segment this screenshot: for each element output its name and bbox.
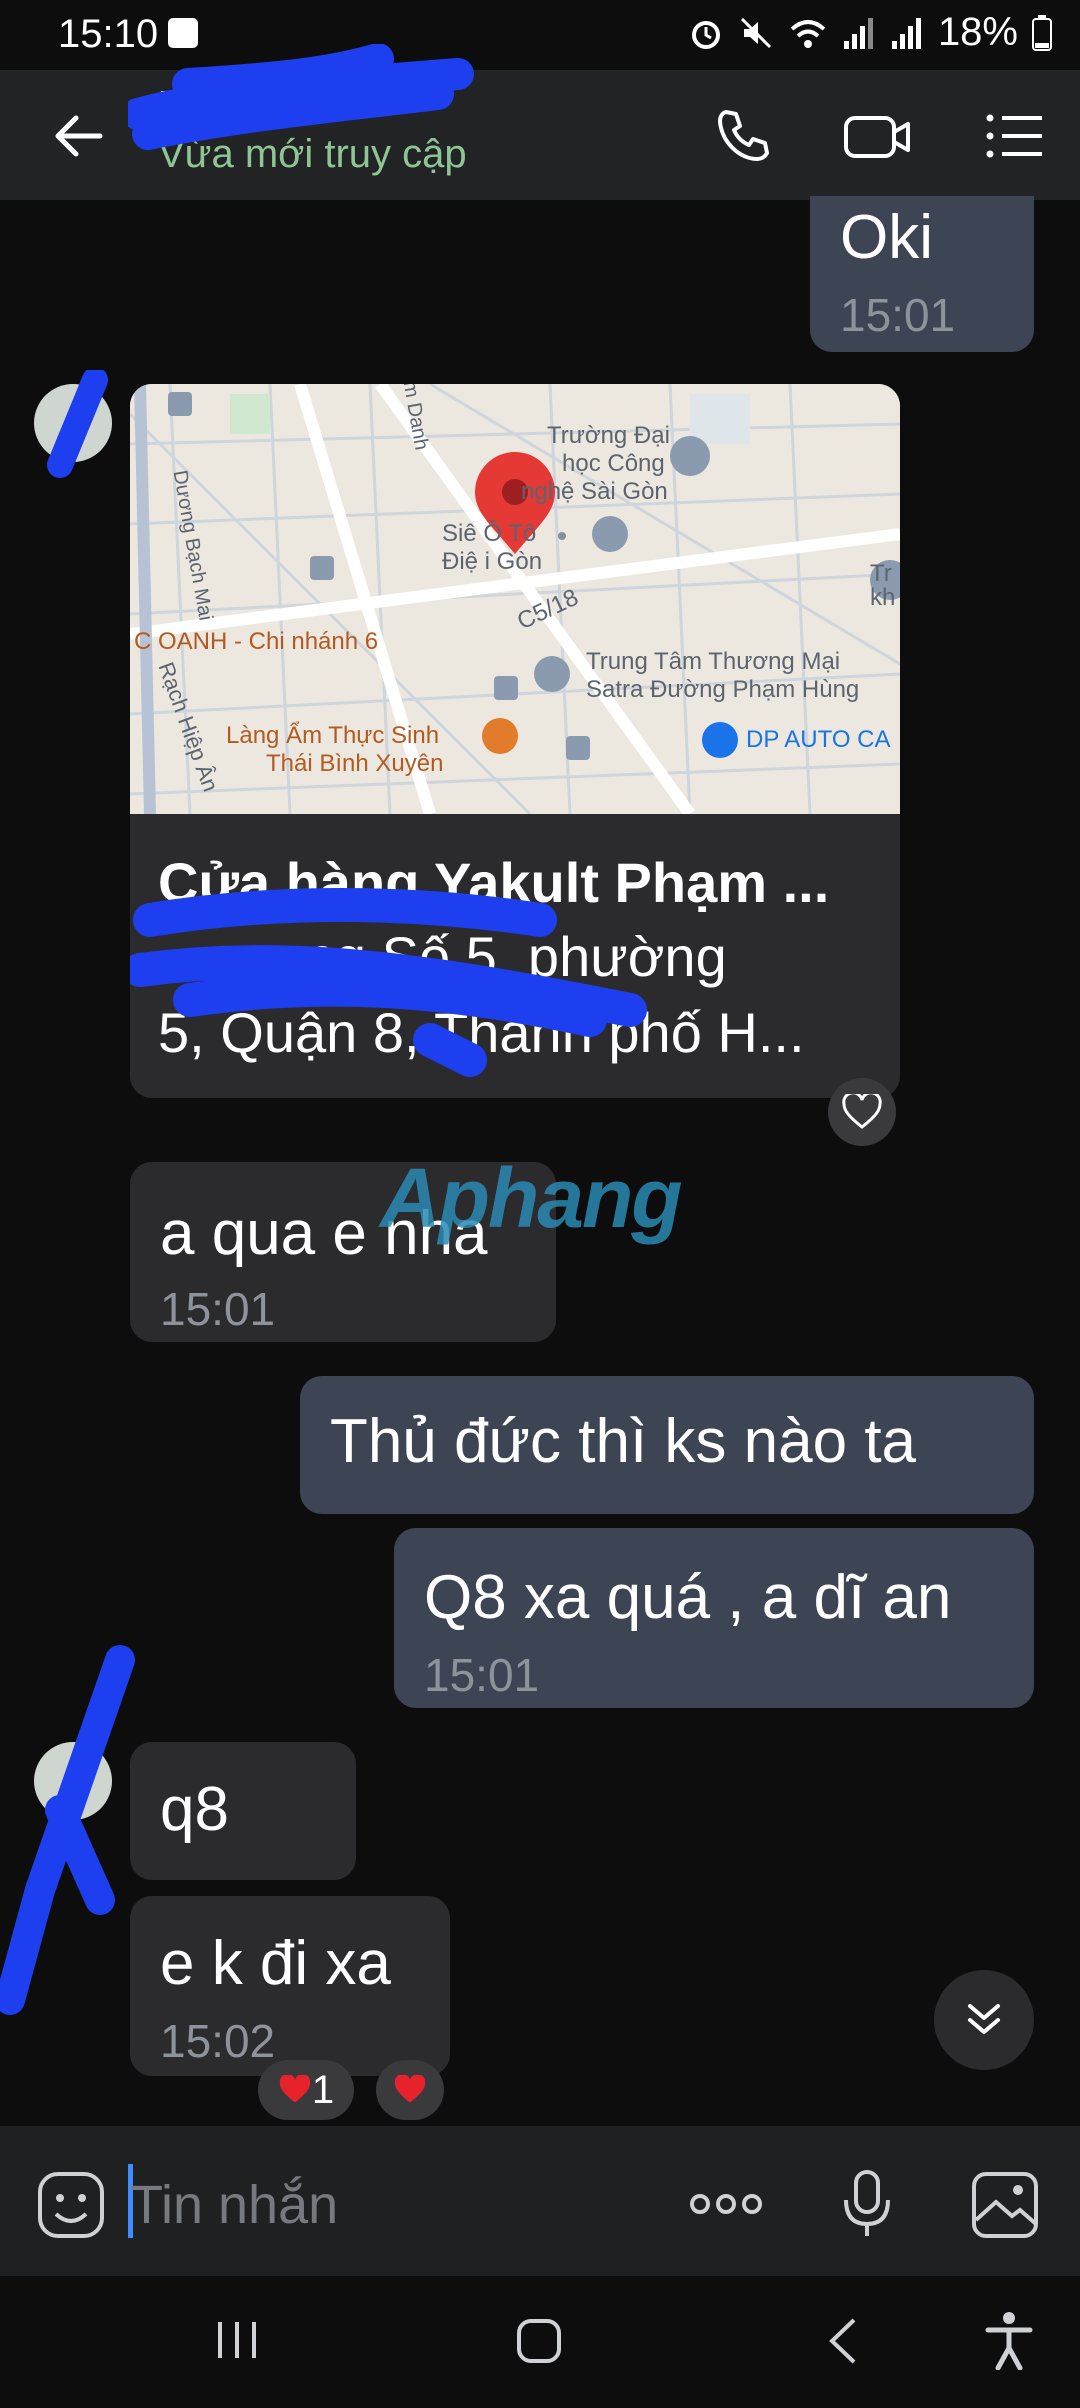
map-label: Siê Ô Tô [442, 520, 537, 547]
map-label: C OANH - Chi nhánh 6 [134, 628, 379, 655]
reaction-badge[interactable]: 1 [258, 2060, 354, 2120]
recent-apps-button[interactable] [212, 2318, 262, 2362]
heart-icon [394, 2075, 426, 2103]
phone-icon [718, 110, 769, 161]
list-menu-icon [986, 114, 1042, 158]
image-picker-button[interactable] [970, 2170, 1040, 2240]
video-call-button[interactable] [842, 104, 910, 168]
message-input[interactable]: Tin nhắn [130, 2174, 338, 2236]
map-label: Satra Đường Phạm Hùng [586, 676, 860, 703]
more-options-button[interactable] [688, 2186, 764, 2222]
map-preview[interactable]: Trường Đại học Công nghệ Sài Gòn Siê Ô T… [130, 384, 900, 814]
map-label: DP AUTO CA [746, 726, 891, 753]
message-time: 15:01 [424, 1649, 540, 1701]
map-label: Trường Đại [547, 422, 670, 449]
message-text: e k đi xa [160, 1929, 391, 1998]
map-label: Làng Ẩm Thực Sinh [226, 722, 440, 749]
more-dots-icon [690, 2194, 762, 2214]
react-button[interactable] [828, 1078, 896, 1146]
signal-icon-2 [891, 17, 921, 49]
map-label: Thái Bình Xuyên [266, 750, 444, 777]
microphone-icon [844, 2170, 890, 2236]
heart-outline-icon [842, 1094, 882, 1129]
message-bubble-sent[interactable]: Thủ đức thì ks nào ta [300, 1376, 1034, 1514]
message-bubble-sent[interactable]: Oki 15:01 [810, 196, 1034, 352]
react-button[interactable] [376, 2060, 444, 2120]
map-label: Điệ i Gòn [442, 548, 543, 575]
map-label: kh [870, 584, 896, 611]
message-text: Thủ đức thì ks nào ta [330, 1407, 917, 1476]
battery-icon [1032, 14, 1052, 51]
home-icon [517, 2319, 561, 2363]
image-gallery-icon [972, 2172, 1038, 2238]
map-label: Trung Tâm Thương Mại [586, 648, 841, 675]
reaction-count: 1 [311, 2067, 335, 2112]
message-text: Q8 xa quá , a dĩ an [424, 1563, 952, 1632]
accessibility-icon [985, 2312, 1033, 2370]
video-camera-icon [844, 116, 910, 158]
call-button[interactable] [712, 104, 776, 168]
map-label: nghệ Sài Gòn [521, 478, 668, 505]
message-text: Oki [840, 203, 933, 272]
chevron-left-icon [829, 2318, 856, 2364]
voice-record-button[interactable] [842, 2168, 892, 2240]
status-indicators: 18% [688, 10, 1052, 55]
battery-percent: 18% [937, 10, 1018, 54]
message-time: 15:02 [160, 2015, 276, 2067]
scroll-to-bottom-button[interactable] [934, 1970, 1034, 2070]
message-time: 15:01 [840, 289, 956, 341]
alarm-icon [691, 20, 720, 49]
recents-icon [218, 2322, 256, 2358]
map-label: học Công [562, 450, 665, 477]
sticker-emoji-icon [38, 2172, 104, 2238]
double-chevron-down-icon [968, 2004, 1000, 2034]
message-bubble-sent[interactable]: Q8 xa quá , a dĩ an 15:01 [394, 1528, 1034, 1708]
accessibility-button[interactable] [984, 2310, 1034, 2370]
signal-icon [843, 17, 873, 49]
nav-back-button[interactable] [826, 2316, 860, 2366]
message-text: q8 [160, 1775, 229, 1844]
redaction-scribble [47, 370, 108, 478]
redaction-scribble [130, 888, 647, 1077]
message-bubble-received[interactable]: q8 [130, 1742, 356, 1880]
sticker-button[interactable] [36, 2170, 106, 2240]
redaction-scribble [0, 1645, 135, 2015]
menu-button[interactable] [982, 104, 1046, 168]
home-button[interactable] [514, 2316, 564, 2366]
heart-icon [279, 2075, 311, 2103]
wifi-icon [790, 19, 826, 48]
back-button[interactable] [50, 108, 106, 164]
message-time: 15:01 [160, 1283, 276, 1335]
message-bubble-received[interactable]: e k đi xa 15:02 [130, 1896, 450, 2076]
back-arrow-icon [55, 115, 103, 157]
redaction-scribble [128, 44, 474, 150]
watermark-logo: Aphang [380, 1151, 683, 1245]
mute-icon [740, 17, 771, 48]
